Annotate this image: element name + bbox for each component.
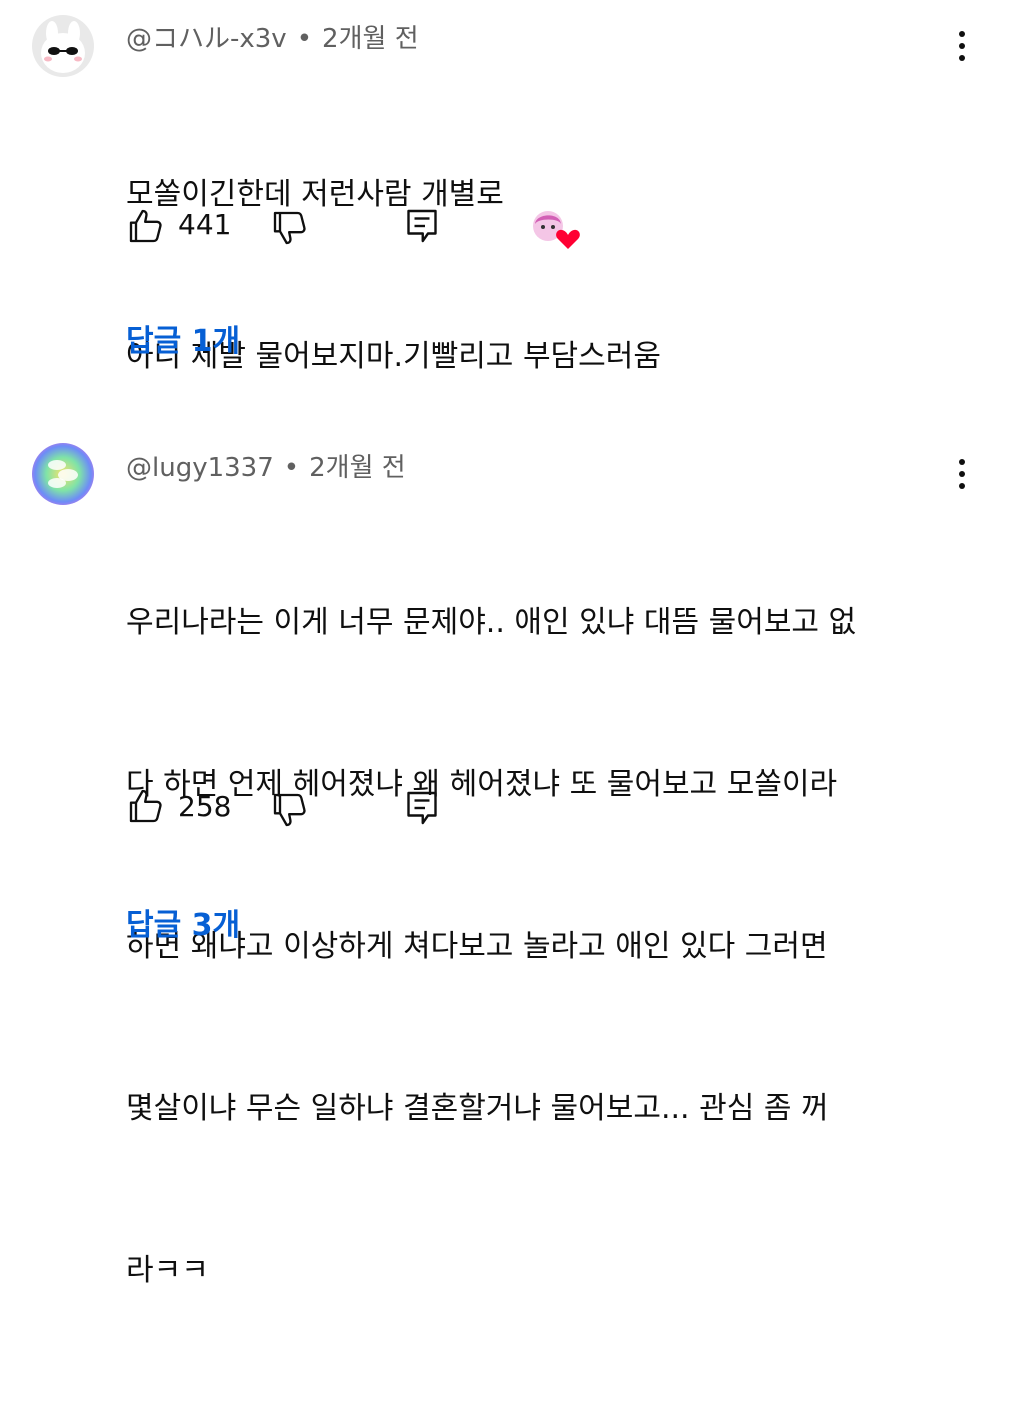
reply-icon[interactable] <box>404 788 440 828</box>
comment-line: 다 하면 언제 헤어졌냐 왜 헤어졌냐 또 물어보고 모쏠이라 <box>126 767 838 802</box>
comment-time[interactable]: 2개월 전 <box>309 453 406 483</box>
like-count: 258 <box>178 790 232 823</box>
thumbs-down-icon[interactable] <box>270 208 310 248</box>
comment-line: 우리나라는 이게 너무 문제야.. 애인 있냐 대뜸 물어보고 없 <box>126 605 857 640</box>
comment-text: 우리나라는 이게 너무 문제야.. 애인 있냐 대뜸 물어보고 없 다 하면 언… <box>126 488 956 1406</box>
author-handle[interactable]: @コハル-x3v <box>126 24 287 54</box>
replies-toggle[interactable]: 답글 3개 <box>126 900 240 944</box>
comment-meta: @コハル-x3v • 2개월 전 <box>126 18 419 55</box>
thumbs-up-icon[interactable] <box>126 206 166 246</box>
meta-separator: • <box>283 453 300 483</box>
thumbs-up-icon[interactable] <box>126 786 166 826</box>
comment-meta: @lugy1337 • 2개월 전 <box>126 447 406 484</box>
author-handle[interactable]: @lugy1337 <box>126 453 274 483</box>
thumbs-down-icon[interactable] <box>270 790 310 830</box>
comment-line: 몇살이냐 무슨 일하냐 결혼할거냐 물어보고... 관심 좀 꺼 <box>126 1091 829 1126</box>
comment-line: 하면 왜냐고 이상하게 쳐다보고 놀라고 애인 있다 그러면 <box>126 929 828 964</box>
avatar[interactable] <box>32 15 94 77</box>
comment-text: 모쏠이긴한데 저런사람 개별로 아니 제발 물어보지마.기빨리고 부담스러움 <box>126 60 956 492</box>
comment-time[interactable]: 2개월 전 <box>322 24 419 54</box>
replies-toggle[interactable]: 답글 1개 <box>126 316 240 360</box>
like-count: 441 <box>178 208 232 241</box>
meta-separator: • <box>296 24 313 54</box>
creator-heart-icon[interactable] <box>530 208 584 254</box>
reply-icon[interactable] <box>404 206 440 246</box>
comment-line: 라ㅋㅋ <box>126 1253 209 1288</box>
avatar[interactable] <box>32 443 94 505</box>
comment-line: 아니 제발 물어보지마.기빨리고 부담스러움 <box>126 339 661 374</box>
